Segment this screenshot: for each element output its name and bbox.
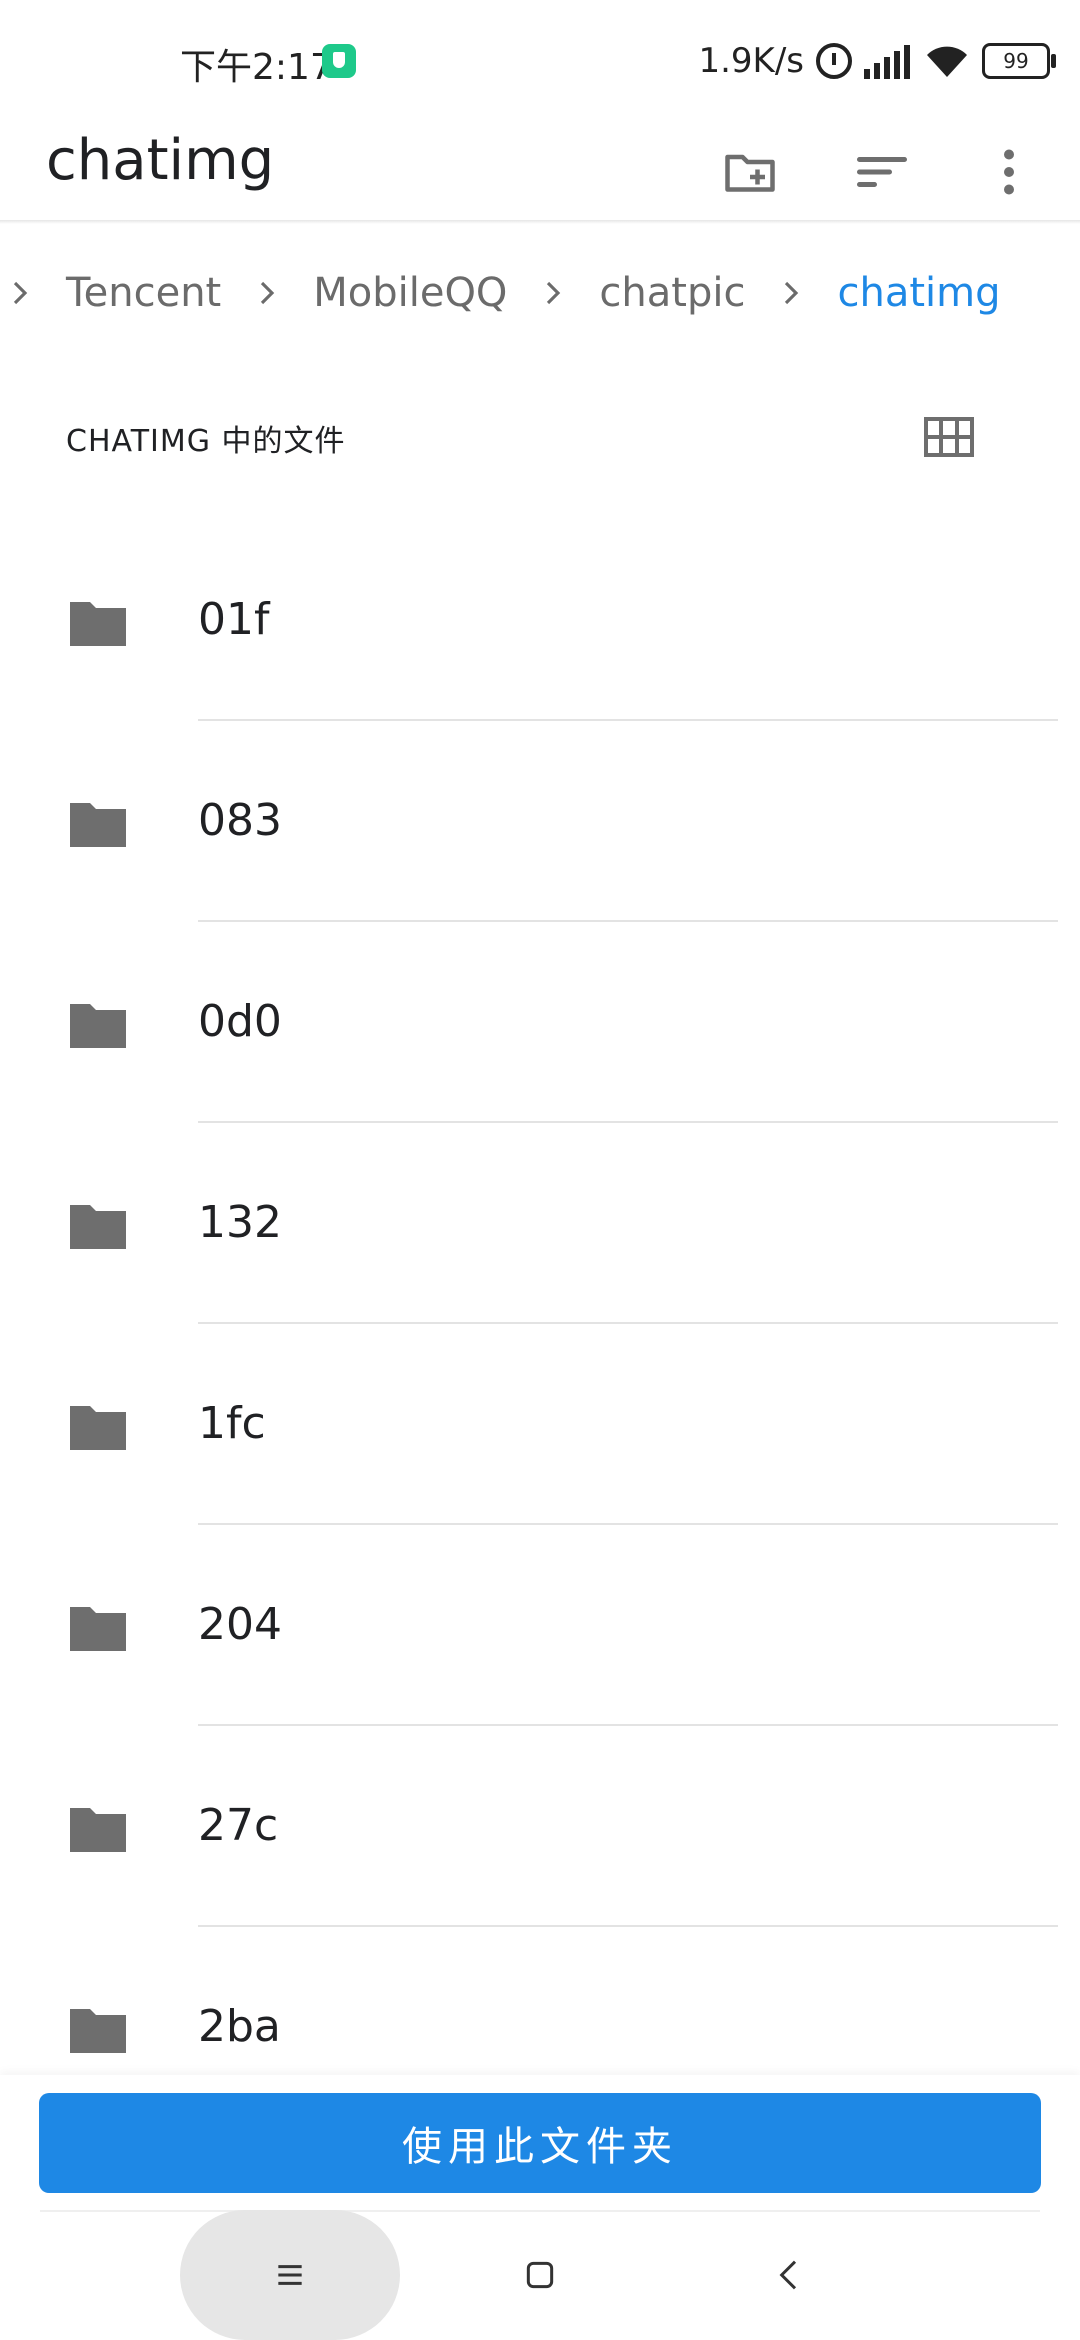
chevron-right-icon [247,273,287,313]
folder-name: 204 [198,1599,282,1650]
grid-view-icon [924,417,974,457]
list-item[interactable]: 27c [0,1726,1080,1927]
app-bar-shadow [0,220,1080,224]
chevron-right-icon [771,273,811,313]
list-item[interactable]: 132 [0,1123,1080,1324]
breadcrumb-item-tencent[interactable]: Tencent [40,270,247,316]
folder-icon [70,1406,126,1450]
breadcrumb-item-mobileqq[interactable]: MobileQQ [287,270,533,316]
more-options-button[interactable] [969,132,1049,212]
net-speed: 1.9K/s [698,41,804,81]
bottom-action-bar: 使用此文件夹 [0,2075,1080,2213]
page-title: chatimg [46,128,275,193]
chevron-right-icon [0,273,40,313]
system-nav-bar [0,2210,1080,2340]
folder-name: 1fc [198,1398,266,1449]
signal-icon [864,43,912,79]
list-item[interactable]: 1fc [0,1324,1080,1525]
folder-icon [70,1808,126,1852]
folder-list: 01f 083 0d0 132 1fc 204 27c 2ba [0,520,1080,2128]
home-square-icon [526,2261,554,2289]
folder-icon [70,602,126,646]
alarm-icon [816,43,852,79]
shield-badge-icon [322,44,356,78]
list-item[interactable]: 083 [0,721,1080,922]
more-vert-icon [1004,149,1014,195]
status-bar: 下午2:17 1.9K/s 99 [0,0,1080,124]
folder-icon [70,1607,126,1651]
folder-name: 2ba [198,2001,281,2052]
breadcrumb: Tencent MobileQQ chatpic chatimg [0,248,1080,338]
folder-name: 0d0 [198,996,282,1047]
breadcrumb-item-chatimg[interactable]: chatimg [811,270,1026,316]
battery-icon: 99 [982,43,1056,79]
status-indicators: 1.9K/s 99 [698,36,1056,86]
battery-level: 99 [1003,49,1029,73]
breadcrumb-item-chatpic[interactable]: chatpic [573,270,771,316]
status-time: 下午2:17 [180,47,333,88]
list-item[interactable]: 204 [0,1525,1080,1726]
app-bar: chatimg [0,124,1080,222]
grid-view-toggle[interactable] [918,406,980,468]
nav-home-button[interactable] [430,2210,650,2340]
folder-icon [70,803,126,847]
folder-icon [70,1004,126,1048]
folder-icon [70,2009,126,2053]
folder-name: 083 [198,795,282,846]
menu-icon [278,2265,302,2285]
wifi-icon [927,46,967,77]
folder-name: 132 [198,1197,282,1248]
nav-menu-button[interactable] [180,2210,400,2340]
list-item[interactable]: 01f [0,520,1080,721]
chevron-right-icon [533,273,573,313]
sort-icon [857,157,907,187]
sort-button[interactable] [842,132,922,212]
folder-icon [70,1205,126,1249]
new-folder-icon [725,154,775,192]
folder-name: 01f [198,594,270,645]
folder-name: 27c [198,1800,279,1851]
new-folder-button[interactable] [710,132,790,212]
use-this-folder-button[interactable]: 使用此文件夹 [39,2093,1041,2193]
nav-back-button[interactable] [680,2210,900,2340]
back-chevron-icon [779,2260,797,2290]
list-item[interactable]: 0d0 [0,922,1080,1123]
section-header: CHATIMG 中的文件 [66,424,346,459]
